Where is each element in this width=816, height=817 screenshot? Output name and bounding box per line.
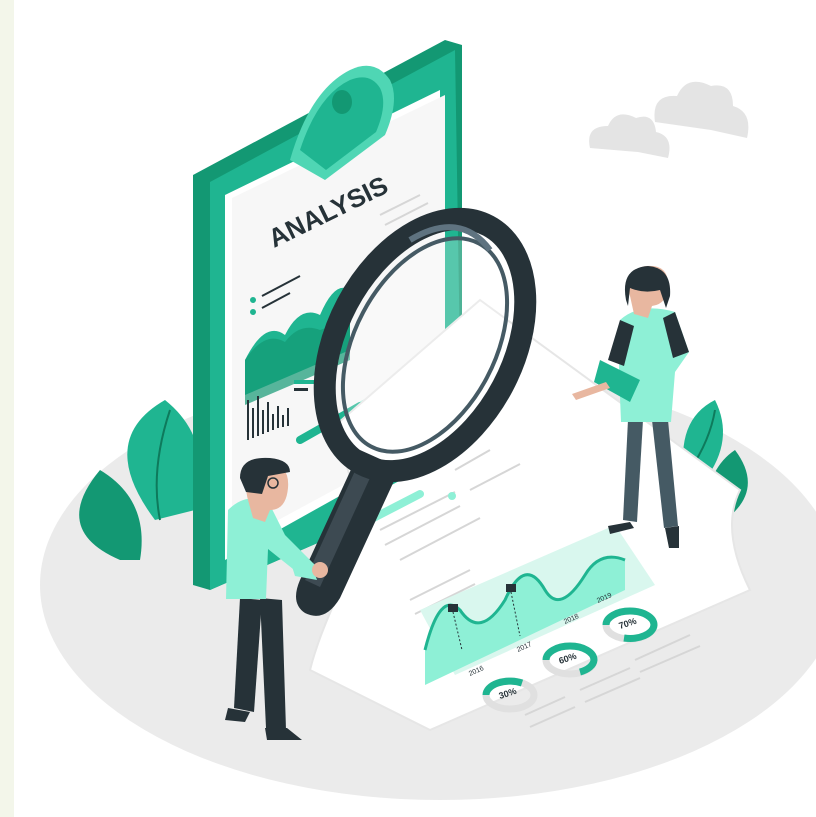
analysis-illustration: ANALYSIS 2016 2017 2018 2019 30% 60% 70% xyxy=(14,0,816,817)
